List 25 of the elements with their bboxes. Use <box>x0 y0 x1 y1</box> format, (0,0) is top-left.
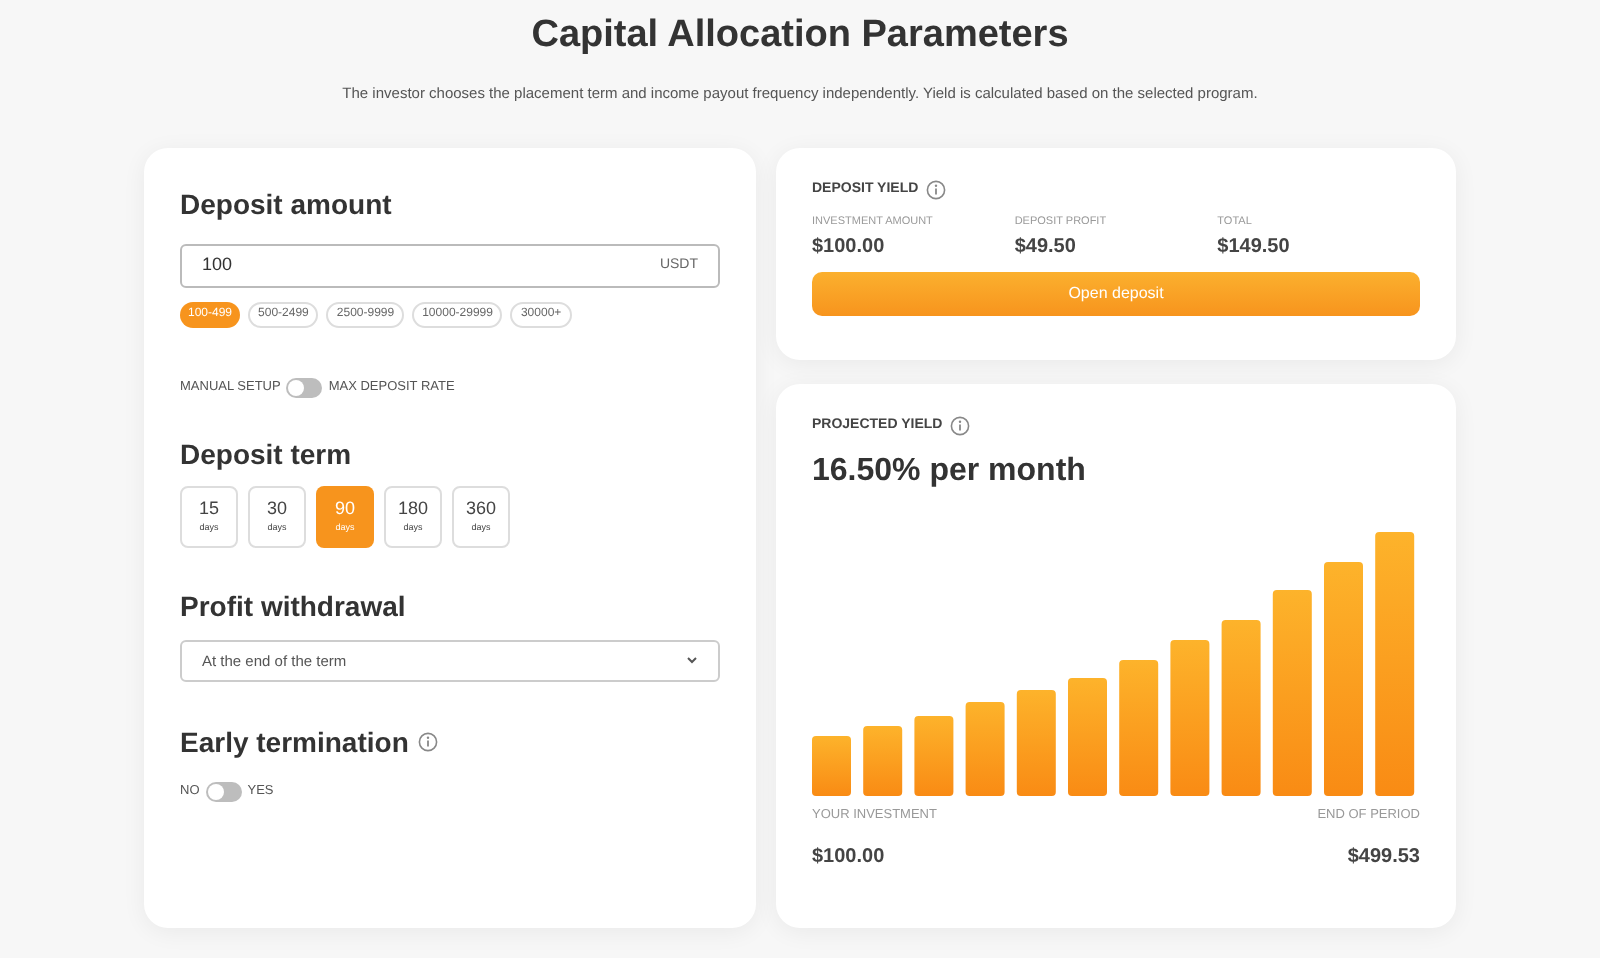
section-title: Profit withdrawal <box>180 587 408 626</box>
chart-bar <box>1068 678 1107 797</box>
chart-bar <box>812 736 851 797</box>
stat-value: $149.50 <box>1217 233 1292 261</box>
end-value: $499.53 <box>1347 844 1420 872</box>
info-icon <box>950 416 971 436</box>
chevron-down-icon <box>686 656 698 665</box>
info-icon <box>926 180 947 200</box>
toggle-switch[interactable] <box>205 781 242 802</box>
chart-bar <box>965 702 1005 797</box>
chart-bar <box>1119 660 1159 797</box>
stat-value: $100.00 <box>812 233 887 261</box>
yield-rate: 16.50% per month <box>812 452 1088 493</box>
section-title: Deposit amount <box>180 185 394 224</box>
section-title: Deposit term <box>180 435 354 474</box>
toggle-switch[interactable] <box>286 377 323 398</box>
section-title: Early termination <box>180 723 409 762</box>
chart-bar <box>863 726 903 797</box>
chart-bar <box>1016 690 1056 797</box>
info-icon <box>418 732 439 753</box>
stat-value: $49.50 <box>1014 233 1078 261</box>
amount-value: 100 <box>202 252 233 278</box>
start-value: $100.00 <box>812 844 885 872</box>
chart-bar <box>914 716 954 797</box>
page-title: Capital Allocation Parameters <box>531 12 1069 60</box>
